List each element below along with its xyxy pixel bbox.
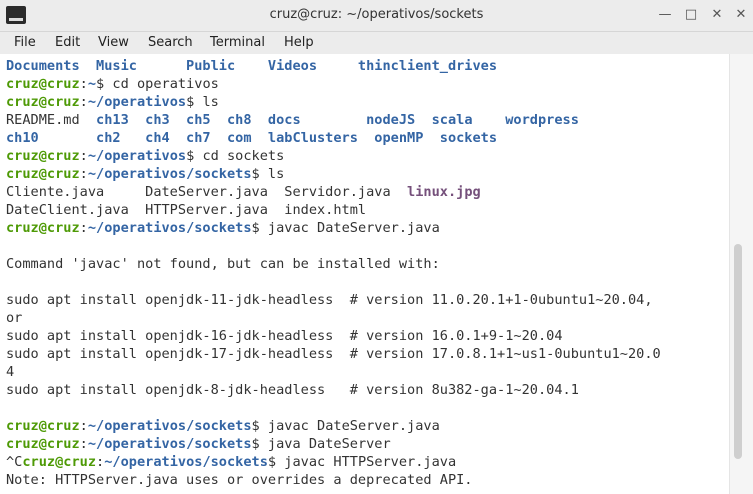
terminal-segment: sudo apt install openjdk-16-jdk-headless… — [6, 328, 563, 344]
terminal-segment: $ javac DateServer.java — [251, 220, 440, 236]
terminal-output[interactable]: Documents Music Public Videos thinclient… — [0, 54, 729, 494]
terminal-segment: : — [79, 418, 88, 434]
terminal-segment: README.md — [6, 112, 97, 128]
terminal-segment: ~/operativos/sockets — [87, 436, 252, 452]
close-icon[interactable]: ✕ — [733, 7, 749, 23]
terminal-segment: : — [79, 148, 88, 164]
terminal-segment: ^C — [6, 454, 23, 470]
terminal-line: sudo apt install openjdk-8-jdk-headless … — [6, 381, 579, 399]
terminal-line: cruz@cruz:~$ cd operativos — [6, 75, 219, 93]
terminal-line: Cliente.java DateServer.java Servidor.ja… — [6, 183, 481, 201]
terminal-line: cruz@cruz:~/operativos/sockets$ javac Da… — [6, 219, 440, 237]
terminal-segment: $ javac DateServer.java — [251, 418, 440, 434]
terminal-segment: $ java DateServer — [251, 436, 391, 452]
terminal-segment: : — [79, 76, 88, 92]
terminal-line: sudo apt install openjdk-16-jdk-headless… — [6, 327, 563, 345]
menu-edit[interactable]: Edit — [55, 35, 80, 50]
terminal-segment: sudo apt install openjdk-8-jdk-headless … — [6, 382, 579, 398]
terminal-segment: cruz@cruz — [6, 166, 80, 182]
terminal-segment: : — [96, 454, 105, 470]
terminal-segment: linux.jpg — [407, 184, 481, 200]
terminal-segment: $ ls — [251, 166, 285, 182]
terminal-line: Command 'javac' not found, but can be in… — [6, 255, 440, 273]
terminal-segment: $ ls — [186, 94, 219, 110]
terminal-segment: ~/operativos/sockets — [87, 418, 252, 434]
scrollbar-thumb[interactable] — [734, 244, 742, 459]
terminal-line: README.md ch13 ch3 ch5 ch8 docs nodeJS s… — [6, 111, 579, 129]
menu-view[interactable]: View — [98, 35, 129, 50]
terminal-line: ch10 ch2 ch4 ch7 com labClusters openMP … — [6, 129, 497, 147]
terminal-segment: : — [79, 166, 88, 182]
terminal-line: cruz@cruz:~/operativos$ cd sockets — [6, 147, 284, 165]
terminal-segment: ~/operativos — [87, 148, 187, 164]
terminal-segment: ch13 ch3 ch5 ch8 docs nodeJS scala wordp… — [96, 112, 579, 128]
terminal-segment: cruz@cruz — [22, 454, 97, 470]
terminal-segment: Note: HTTPServer.java uses or overrides … — [6, 472, 473, 488]
terminal-segment: sudo apt install openjdk-17-jdk-headless… — [6, 346, 661, 362]
menu-bar: File Edit View Search Terminal Help — [0, 32, 753, 54]
terminal-segment: DateClient.java HTTPServer.java index.ht… — [6, 202, 367, 218]
scrollbar[interactable] — [729, 54, 753, 494]
terminal-line: sudo apt install openjdk-17-jdk-headless… — [6, 345, 661, 363]
terminal-segment: or — [6, 310, 23, 326]
minimize-icon[interactable]: — — [657, 7, 673, 23]
menu-file[interactable]: File — [14, 35, 36, 50]
terminal-segment: ~/operativos — [87, 94, 187, 110]
terminal-segment: $ javac HTTPServer.java — [267, 454, 457, 470]
terminal-segment: cruz@cruz — [6, 148, 80, 164]
terminal-segment: Cliente.java DateServer.java Servidor.ja… — [6, 184, 408, 200]
terminal-line: Note: HTTPServer.java uses or overrides … — [6, 471, 473, 489]
terminal-line: Documents Music Public Videos thinclient… — [6, 57, 497, 75]
terminal-segment: ch10 ch2 ch4 ch7 com labClusters openMP … — [6, 130, 498, 146]
terminal-segment: $ cd operativos — [96, 76, 219, 92]
terminal-segment: ~/operativos/sockets — [87, 220, 252, 236]
window-title: cruz@cruz: ~/operativos/sockets — [269, 7, 484, 22]
terminal-line: 4 — [6, 363, 14, 381]
terminal-segment: ~/operativos/sockets — [104, 454, 268, 470]
terminal-line: cruz@cruz:~/operativos$ ls — [6, 93, 219, 111]
terminal-segment: ~ — [87, 76, 97, 92]
terminal-segment: : — [79, 436, 88, 452]
close-icon[interactable]: ✕ — [709, 7, 725, 23]
terminal-line: cruz@cruz:~/operativos/sockets$ java Dat… — [6, 435, 391, 453]
terminal-line: sudo apt install openjdk-11-jdk-headless… — [6, 291, 653, 309]
terminal-line: cruz@cruz:~/operativos/sockets$ ls — [6, 165, 284, 183]
terminal-segment: Command 'javac' not found, but can be in… — [6, 256, 440, 272]
terminal-segment: : — [79, 220, 88, 236]
title-bar[interactable]: cruz@cruz: ~/operativos/sockets — □ ✕ ✕ — [0, 0, 753, 32]
terminal-line: ^Ccruz@cruz:~/operativos/sockets$ javac … — [6, 453, 456, 471]
terminal-segment: cruz@cruz — [6, 94, 80, 110]
terminal-line: cruz@cruz:~/operativos/sockets$ javac Da… — [6, 417, 440, 435]
terminal-segment: Documents Music Public Videos thinclient… — [6, 58, 498, 74]
terminal-line: or — [6, 309, 22, 327]
terminal-segment: cruz@cruz — [6, 436, 80, 452]
terminal-segment: cruz@cruz — [6, 76, 80, 92]
terminal-segment: 4 — [6, 364, 15, 380]
terminal-segment: cruz@cruz — [6, 418, 80, 434]
maximize-icon[interactable]: □ — [683, 7, 699, 23]
terminal-segment: ~/operativos/sockets — [87, 166, 252, 182]
terminal-segment: : — [79, 94, 88, 110]
menu-terminal[interactable]: Terminal — [210, 35, 265, 50]
terminal-line: DateClient.java HTTPServer.java index.ht… — [6, 201, 366, 219]
terminal-segment: cruz@cruz — [6, 220, 80, 236]
menu-search[interactable]: Search — [148, 35, 193, 50]
terminal-segment: sudo apt install openjdk-11-jdk-headless… — [6, 292, 653, 308]
terminal-segment: $ cd sockets — [186, 148, 285, 164]
menu-help[interactable]: Help — [284, 35, 314, 50]
